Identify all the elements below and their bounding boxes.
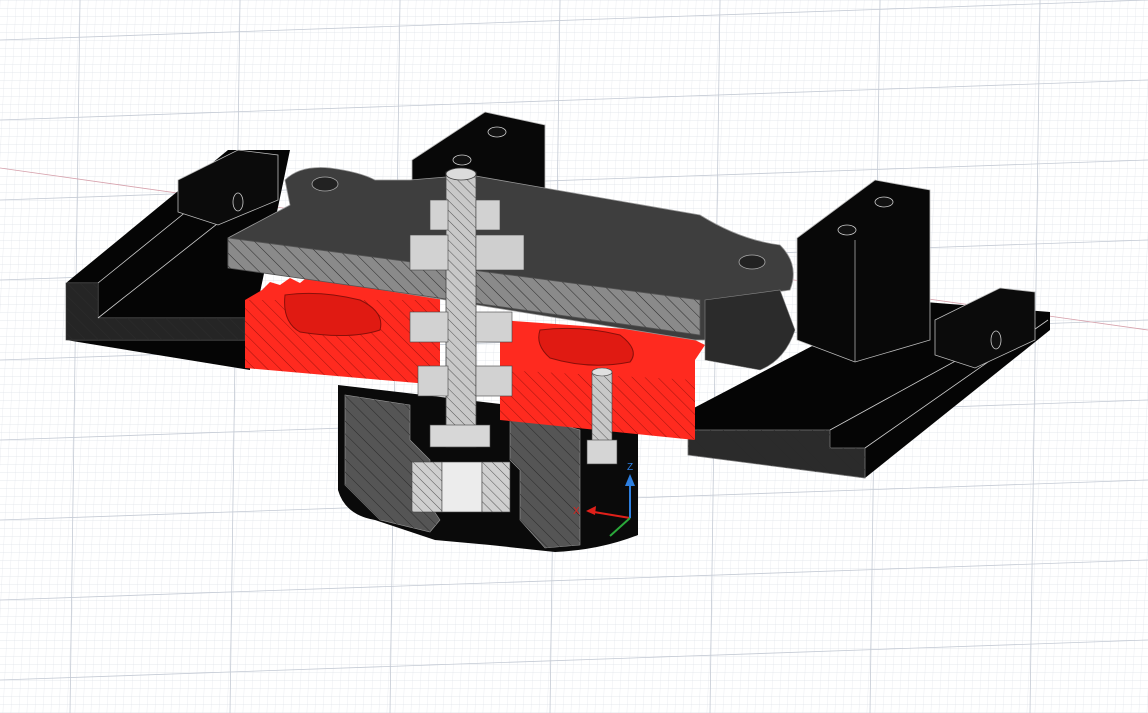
z-axis-label: Z [627, 462, 633, 473]
x-axis-label: X [573, 506, 580, 517]
cad-viewport[interactable]: X Z [0, 0, 1148, 713]
bottom-hex-nut [411, 461, 511, 513]
center-bolt[interactable] [445, 167, 477, 448]
viewport-canvas[interactable]: X Z [0, 0, 1148, 713]
